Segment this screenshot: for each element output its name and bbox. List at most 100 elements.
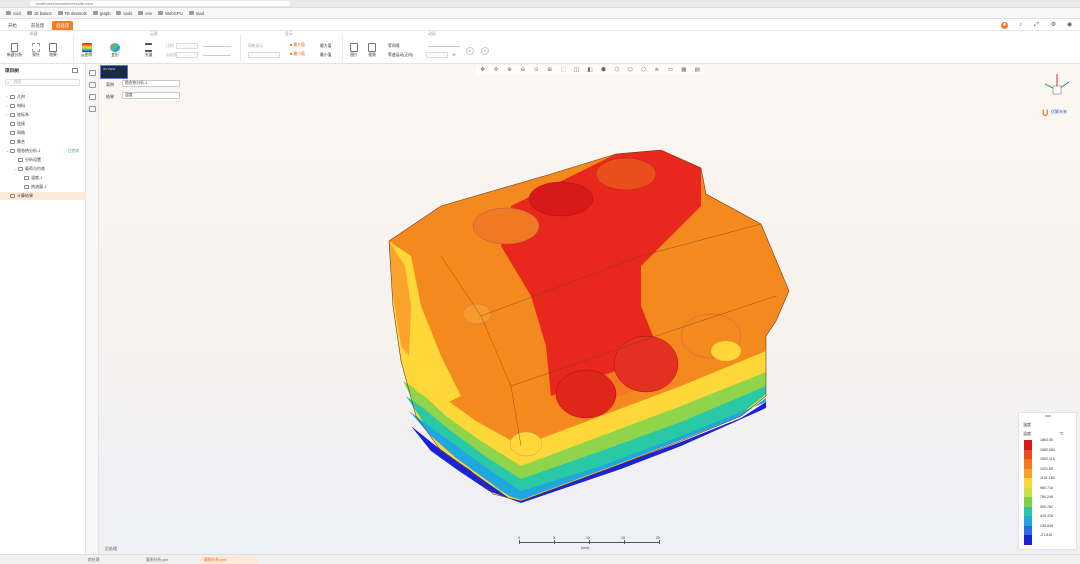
folder-icon: [188, 11, 194, 15]
vector-icon: [145, 43, 153, 52]
url-field[interactable]: localhost/simulation/results-view: [30, 1, 290, 6]
legend-swatch: [1024, 440, 1032, 450]
select-icon[interactable]: ⬚: [560, 67, 566, 73]
gear-icon[interactable]: ⚙: [1050, 22, 1057, 29]
tree-item-geometry[interactable]: › 几何: [0, 93, 86, 101]
thermal-contour-model[interactable]: [381, 146, 791, 506]
scale-select[interactable]: [176, 43, 198, 49]
tab-start[interactable]: 开始: [4, 21, 21, 30]
view-thumbnail[interactable]: 3D VIEW: [100, 65, 128, 79]
tree-item-analysis-settings[interactable]: 分析设置: [0, 156, 86, 164]
zoom-box-icon[interactable]: ⊙: [533, 67, 539, 73]
tree-item-set[interactable]: 集合: [0, 138, 86, 146]
zoom-out-icon[interactable]: ⊖: [520, 67, 526, 73]
avatar[interactable]: ●: [1001, 22, 1008, 29]
tree-item-heat-flux[interactable]: 热流量-1: [0, 183, 86, 191]
speed-input[interactable]: [426, 52, 448, 58]
axis-triad-icon[interactable]: [1039, 70, 1075, 104]
scale-slider[interactable]: [203, 46, 231, 47]
contour-icon: [81, 43, 92, 52]
bookmark-item[interactable]: cool: [6, 11, 21, 16]
tree-item-results[interactable]: 计算结果: [0, 192, 86, 200]
contour-button[interactable]: 云图等: [81, 43, 92, 58]
legend-value: 1141.183: [1040, 476, 1055, 480]
separator: [240, 35, 241, 61]
tree-item-connection[interactable]: 连接: [0, 120, 86, 128]
user-icon[interactable]: ◉: [1066, 22, 1073, 29]
layer-view-icon[interactable]: ≋: [654, 67, 660, 73]
bookmark-item[interactable]: env: [138, 11, 152, 16]
probe-button[interactable]: 探针: [32, 43, 40, 58]
background-icon[interactable]: ▦: [681, 67, 687, 73]
front-view-icon[interactable]: ⬡: [614, 67, 620, 73]
zoom-in-icon[interactable]: ⊕: [507, 67, 513, 73]
result-button[interactable]: 结果: [49, 43, 57, 58]
bookmark-item[interactable]: JS basics: [26, 11, 52, 16]
stop-icon[interactable]: ▪: [481, 47, 489, 55]
tree-item-material[interactable]: › 材料: [0, 102, 86, 110]
layer-icon[interactable]: [89, 82, 96, 88]
scale-label: 比例: [166, 44, 174, 48]
deform-button[interactable]: 变形: [110, 43, 120, 58]
fit-icon[interactable]: ⊞: [547, 67, 553, 73]
settings-icon[interactable]: ▤: [694, 67, 700, 73]
screenshot-icon[interactable]: ▭: [667, 67, 673, 73]
3d-viewport[interactable]: 3D VIEW 案例 稳态热分析-1 结果 温度 ✥ ✣ ⊕ ⊖ ⊙ ⊞ ⬚ ◫…: [99, 64, 1080, 554]
auto-scale-slider[interactable]: [203, 55, 231, 56]
top-view-icon[interactable]: ⬡: [627, 67, 633, 73]
color-legend: 温度 温度 ℃ 1863.05 1682.583 1502.116 1321.65 11…: [1018, 412, 1077, 550]
drag-handle-icon[interactable]: [1045, 415, 1051, 417]
max-value-checkbox[interactable]: ■ 最大值: [290, 43, 305, 48]
legend-value: 780.249: [1040, 495, 1053, 499]
bottom-tab-bar: 前处理 案例分析.yml 案例分析.yml: [0, 554, 1080, 564]
tree-item-analysis[interactable]: ⌄ 稳态热分析-1 已完成: [0, 147, 86, 155]
expand-icon[interactable]: ⤢: [1033, 22, 1040, 29]
bookmark-item[interactable]: WebGPU: [158, 11, 183, 16]
collapse-icon[interactable]: [72, 68, 78, 73]
tab-preprocess[interactable]: 前处理: [27, 21, 48, 30]
section-icon[interactable]: ◫: [574, 67, 580, 73]
vector-button[interactable]: 矢量: [145, 43, 153, 58]
new-analysis-button[interactable]: 新建分析: [7, 43, 22, 58]
view-icon[interactable]: [89, 70, 96, 76]
tree-item-coordinate[interactable]: › 坐标系: [0, 111, 86, 119]
tree-search-input[interactable]: 搜索: [5, 79, 80, 86]
search-icon: ⌕: [7, 80, 10, 85]
bottom-tab-preprocess[interactable]: 前处理: [84, 556, 103, 564]
chart-icon[interactable]: [89, 106, 96, 112]
tree-item-temperature[interactable]: 温度-1: [0, 174, 86, 182]
bottom-tab-file-active[interactable]: 案例分析.yml: [200, 556, 258, 564]
anim-speed-label: 等速运动(正向): [388, 53, 414, 57]
bookmark-item[interactable]: FE devtools: [57, 11, 87, 16]
result-label: 结果: [106, 94, 114, 99]
play-icon[interactable]: ▸: [466, 47, 474, 55]
video-export-button[interactable]: 视频: [368, 43, 376, 58]
folder-icon: [26, 11, 32, 15]
tree-item-loads[interactable]: ⌄ 载荷与约束: [0, 165, 86, 173]
legend-swatch: [1024, 468, 1032, 478]
frame-slider[interactable]: [428, 46, 460, 47]
pan-icon[interactable]: ✣: [493, 67, 499, 73]
status-badge: 已完成: [67, 149, 79, 153]
side-view-icon[interactable]: ⬡: [641, 67, 647, 73]
min-value-checkbox[interactable]: ■ 最小值: [290, 52, 305, 57]
image-export-button[interactable]: 图片: [350, 43, 358, 58]
render-icon[interactable]: ◧: [587, 67, 593, 73]
legend-swatch: [1024, 525, 1032, 535]
group-title-contour: 云图: [150, 32, 158, 36]
mesh-select[interactable]: [248, 52, 280, 58]
case-select[interactable]: 稳态热分析-1: [122, 80, 180, 87]
bottom-tab-file[interactable]: 案例分析.yml: [142, 556, 172, 564]
bell-icon[interactable]: ♪: [1017, 22, 1024, 29]
bookmark-item[interactable]: graph: [92, 11, 110, 16]
iso-view-icon[interactable]: ⬢: [600, 67, 606, 73]
rotate-icon[interactable]: ✥: [480, 67, 486, 73]
table-icon[interactable]: [89, 94, 96, 100]
tree-item-mesh[interactable]: 网格: [0, 129, 86, 137]
bookmark-item[interactable]: tools: [116, 11, 132, 16]
tab-postprocess[interactable]: 后处理: [52, 21, 74, 30]
bookmark-item[interactable]: read: [188, 11, 204, 16]
result-select[interactable]: 温度: [122, 92, 180, 99]
folder-icon: [6, 11, 11, 15]
auto-scale-select[interactable]: [176, 52, 198, 58]
